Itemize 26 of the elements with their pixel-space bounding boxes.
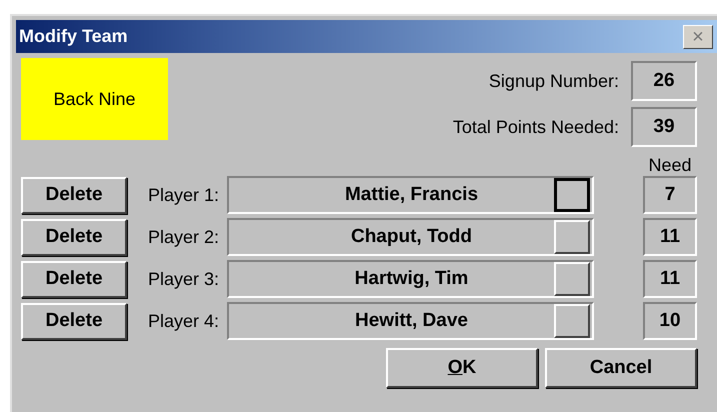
player-label: Player 3: bbox=[146, 268, 220, 290]
delete-button[interactable]: Delete bbox=[21, 302, 127, 340]
player-name-field: Hewitt, Dave bbox=[227, 302, 594, 340]
window-title: Modify Team bbox=[19, 26, 128, 47]
stat-label: Signup Number: bbox=[488, 70, 619, 92]
stat-label: Total Points Needed: bbox=[452, 116, 619, 138]
stat-value: 26 bbox=[631, 61, 697, 101]
need-heading: Need bbox=[647, 155, 693, 176]
need-value: 11 bbox=[643, 218, 697, 256]
team-name-label: Back Nine bbox=[21, 58, 168, 140]
stat-value: 39 bbox=[631, 107, 697, 147]
player-label: Player 2: bbox=[146, 226, 220, 248]
select-player-button[interactable] bbox=[554, 178, 590, 212]
ok-button[interactable]: OK bbox=[386, 348, 538, 388]
need-value: 10 bbox=[643, 302, 697, 340]
player-name-field: Hartwig, Tim bbox=[227, 260, 594, 298]
delete-button[interactable]: Delete bbox=[21, 176, 127, 214]
cancel-button[interactable]: Cancel bbox=[545, 348, 697, 388]
player-label: Player 4: bbox=[146, 310, 220, 332]
delete-button[interactable]: Delete bbox=[21, 218, 127, 256]
delete-button[interactable]: Delete bbox=[21, 260, 127, 298]
need-value: 11 bbox=[643, 260, 697, 298]
player-name-field: Chaput, Todd bbox=[227, 218, 594, 256]
player-name-field: Mattie, Francis bbox=[227, 176, 594, 214]
player-label: Player 1: bbox=[146, 184, 220, 206]
need-value: 7 bbox=[643, 176, 697, 214]
